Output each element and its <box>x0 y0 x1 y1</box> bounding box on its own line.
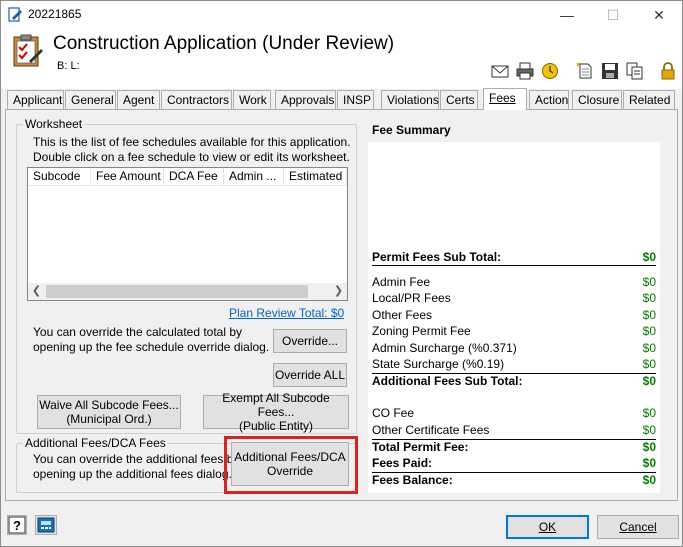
tab-bar: Applicant General Agent Contractors Work… <box>5 88 678 110</box>
highlight-box <box>224 436 358 494</box>
fees-balance-row: Fees Balance: $0 <box>372 472 656 487</box>
tab-work[interactable]: Work <box>233 90 271 110</box>
plan-review-total-link[interactable]: Plan Review Total: $0 <box>229 306 344 320</box>
tab-related[interactable]: Related <box>623 90 675 110</box>
fee-summary-panel: Fee Summary Permit Fees Sub Total: $0 Ad… <box>368 120 660 493</box>
fee-row-admin: Admin Fee $0 <box>372 275 656 289</box>
additional-fees-group-label: Additional Fees/DCA Fees <box>23 436 168 450</box>
fee-row-zoning: Zoning Permit Fee $0 <box>372 324 656 338</box>
tab-insp[interactable]: INSP <box>337 90 374 110</box>
fee-row-admin-surcharge: Admin Surcharge (%0.371) $0 <box>372 341 656 355</box>
tab-closure[interactable]: Closure <box>572 90 622 110</box>
window-title: 20221865 <box>28 7 82 21</box>
tab-applicant[interactable]: Applicant <box>7 90 64 110</box>
help-icon: ? <box>8 516 26 534</box>
calculator-icon <box>37 517 55 533</box>
tab-approvals[interactable]: Approvals <box>275 90 336 110</box>
clock-icon[interactable] <box>541 62 559 80</box>
tab-violations[interactable]: Violations <box>381 90 439 110</box>
fee-schedule-list[interactable]: Subcode Fee Amount DCA Fee Admin ... Est… <box>27 167 348 301</box>
horizontal-scrollbar[interactable]: ❮ ❯ <box>28 283 347 300</box>
tab-fees[interactable]: Fees <box>483 88 527 110</box>
fee-summary-title: Fee Summary <box>368 120 660 142</box>
permit-fees-sub-total-row: Permit Fees Sub Total: $0 <box>372 250 656 266</box>
override-text-line2: opening up the fee schedule override dia… <box>33 340 270 354</box>
scroll-right-icon[interactable]: ❯ <box>330 283 347 300</box>
column-header-estimated[interactable]: Estimated <box>284 168 347 186</box>
block-lot-label: B: L: <box>57 60 80 72</box>
calculator-button[interactable] <box>35 515 57 535</box>
exempt-all-subcode-fees-button[interactable]: Exempt All Subcode Fees... (Public Entit… <box>203 391 349 433</box>
title-bar: 20221865 — ☐ ✕ <box>1 1 682 29</box>
printer-icon[interactable] <box>516 62 534 80</box>
tab-general[interactable]: General <box>65 90 116 110</box>
column-header-fee-amount[interactable]: Fee Amount <box>91 168 164 186</box>
copy-icon[interactable] <box>626 62 644 80</box>
cancel-button[interactable]: Cancel <box>597 515 679 539</box>
column-header-subcode[interactable]: Subcode <box>28 168 91 186</box>
tab-certs[interactable]: Certs <box>440 90 478 110</box>
fees-tab-panel: Worksheet This is the list of fee schedu… <box>5 109 678 501</box>
worksheet-group: Worksheet This is the list of fee schedu… <box>16 117 357 434</box>
svg-text:?: ? <box>13 518 21 533</box>
tab-agent[interactable]: Agent <box>117 90 160 110</box>
fee-row-state-surcharge: State Surcharge (%0.19) $0 <box>372 357 656 371</box>
fee-row-local-pr: Local/PR Fees $0 <box>372 291 656 305</box>
tab-contractors[interactable]: Contractors <box>161 90 232 110</box>
application-title: Construction Application (Under Review) <box>53 33 395 54</box>
column-header-admin[interactable]: Admin ... <box>224 168 284 186</box>
ok-button[interactable]: OK <box>506 515 589 539</box>
envelope-icon[interactable] <box>491 62 509 80</box>
application-window: 20221865 — ☐ ✕ Construction Application … <box>0 0 683 547</box>
additional-fees-text-line1: You can override the additional fees by <box>33 452 240 466</box>
additional-fees-text-line2: opening up the additional fees dialog. <box>33 467 232 481</box>
close-button[interactable]: ✕ <box>636 1 682 29</box>
fee-row-other: Other Fees $0 <box>372 308 656 322</box>
application-header: Construction Application (Under Review) … <box>1 29 682 89</box>
column-header-dca-fee[interactable]: DCA Fee <box>164 168 224 186</box>
help-button[interactable]: ? <box>7 515 27 535</box>
waive-all-subcode-fees-button[interactable]: Waive All Subcode Fees... (Municipal Ord… <box>37 395 181 429</box>
maximize-button[interactable]: ☐ <box>590 1 636 29</box>
scroll-left-icon[interactable]: ❮ <box>28 283 45 300</box>
fees-paid-row: Fees Paid: $0 <box>372 456 656 470</box>
scroll-thumb[interactable] <box>46 285 308 298</box>
app-icon <box>8 7 22 22</box>
fee-row-other-certificate: Other Certificate Fees $0 <box>372 423 656 437</box>
clipboard-icon <box>13 34 43 67</box>
worksheet-group-label: Worksheet <box>23 117 85 131</box>
additional-fees-sub-total-row: Additional Fees Sub Total: $0 <box>372 373 656 388</box>
minimize-button[interactable]: — <box>544 1 590 29</box>
lock-icon[interactable] <box>659 62 677 80</box>
override-all-button[interactable]: Override ALL <box>273 363 347 387</box>
save-icon[interactable] <box>601 62 619 80</box>
override-button[interactable]: Override... <box>273 329 347 353</box>
worksheet-desc-line2: Double click on a fee schedule to view o… <box>33 150 350 164</box>
new-document-icon[interactable] <box>576 62 594 80</box>
tab-action[interactable]: Action <box>529 90 569 110</box>
override-text-line1: You can override the calculated total by <box>33 325 243 339</box>
total-permit-fee-row: Total Permit Fee: $0 <box>372 439 656 454</box>
worksheet-desc-line1: This is the list of fee schedules availa… <box>33 135 351 149</box>
fee-row-co: CO Fee $0 <box>372 406 656 420</box>
